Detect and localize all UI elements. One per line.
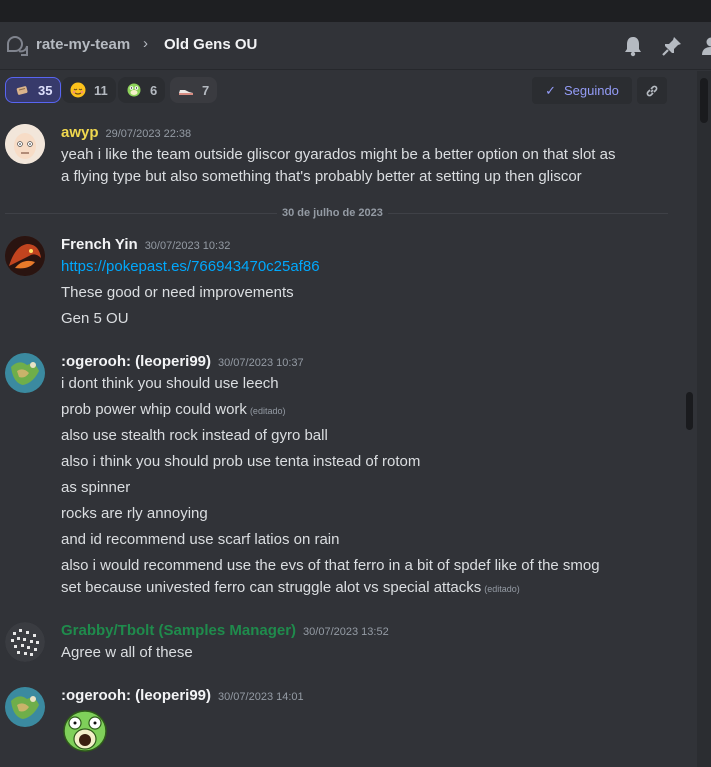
relieved-face-emoji — [70, 82, 86, 98]
avatar-map-image — [5, 353, 45, 393]
timestamp: 30/07/2023 13:52 — [303, 626, 389, 638]
avatar[interactable] — [5, 353, 45, 393]
avatar-face-image — [5, 124, 45, 164]
psyduck-emoji[interactable] — [61, 709, 109, 753]
bell-icon[interactable] — [622, 35, 644, 57]
message-line: These good or need improvements — [61, 284, 294, 301]
reaction-sneaker[interactable]: 7 — [170, 77, 218, 103]
check-icon: ✓ — [545, 82, 556, 98]
avatar[interactable] — [5, 236, 45, 276]
author-label: French Yin — [61, 236, 138, 253]
message-line: Gen 5 OU — [61, 310, 129, 327]
pokepaste-link[interactable]: https://pokepast.es/766943470c25af86 — [61, 258, 320, 275]
link-icon — [646, 85, 658, 96]
author-label: :ogerooh: (leoperi99) — [61, 687, 212, 704]
reaction-psyduck[interactable]: 6 — [118, 77, 166, 103]
page-title: Old Gens OU — [164, 36, 258, 53]
breadcrumb-channel[interactable]: rate-my-team — [36, 36, 130, 53]
author-name[interactable]: Grabby/Tbolt (Samples Manager) 30/07/2023… — [61, 622, 389, 639]
thread-icon — [7, 36, 28, 56]
sneaker-emoji — [179, 90, 193, 95]
message-line: as spinner — [61, 479, 131, 496]
message-text: prob power whip could work — [61, 401, 247, 418]
scroll-emoji — [16, 86, 28, 95]
avatar-dragon-image — [5, 236, 45, 276]
copy-link-button[interactable] — [637, 77, 667, 104]
follow-label: Seguindo — [563, 83, 619, 98]
avatar[interactable] — [5, 622, 45, 662]
psyduck-emoji — [127, 83, 141, 97]
reaction-count: 7 — [202, 82, 210, 98]
author-name[interactable]: awyp 29/07/2023 22:38 — [61, 124, 191, 141]
reaction-count: 35 — [38, 82, 53, 98]
message-line: also i think you should prob use tenta i… — [61, 453, 421, 470]
message-line: yeah i like the team outside gliscor gya… — [61, 146, 616, 163]
message-line: Agree w all of these — [61, 644, 193, 661]
message-line: prob power whip could work (editado) — [61, 401, 285, 418]
timestamp: 29/07/2023 22:38 — [105, 128, 192, 140]
message-line: i dont think you should use leech — [61, 375, 279, 392]
pin-icon[interactable] — [661, 35, 683, 57]
message-line: and id recommend use scarf latios on rai… — [61, 531, 340, 548]
avatar[interactable] — [5, 687, 45, 727]
channel-header: rate-my-team › Old Gens OU — [0, 22, 711, 70]
reaction-scroll[interactable]: 35 — [5, 77, 62, 103]
edited-label: (editado) — [249, 406, 286, 416]
avatar[interactable] — [5, 124, 45, 164]
follow-button[interactable]: ✓ Seguindo — [532, 77, 632, 104]
author-label: awyp — [61, 124, 99, 141]
message-list: awyp 29/07/2023 22:38 yeah i like the tea… — [0, 111, 686, 767]
message-line: a flying type but also something that's … — [61, 168, 582, 185]
scrollbar-track[interactable] — [697, 71, 711, 767]
date-divider-label: 30 de julho de 2023 — [277, 207, 388, 219]
author-name[interactable]: French Yin 30/07/2023 10:32 — [61, 236, 230, 253]
timestamp: 30/07/2023 14:01 — [218, 691, 304, 703]
message-text: set because univested ferro can struggle… — [61, 579, 482, 596]
chevron-right-icon: › — [143, 35, 148, 52]
author-name[interactable]: :ogerooh: (leoperi99) 30/07/2023 14:01 — [61, 687, 304, 704]
reaction-count: 6 — [150, 82, 158, 98]
scrollbar-thumb[interactable] — [686, 392, 693, 430]
timestamp: 30/07/2023 10:37 — [218, 357, 304, 369]
message-line: also i would recommend use the evs of th… — [61, 557, 600, 574]
author-label: Grabby/Tbolt (Samples Manager) — [61, 622, 297, 639]
message-line: set because univested ferro can struggle… — [61, 579, 520, 596]
message-line: rocks are rly annoying — [61, 505, 208, 522]
reaction-relieved[interactable]: 11 — [62, 77, 116, 103]
reaction-scrollbar-thumb[interactable] — [700, 78, 708, 123]
avatar-map-image — [5, 687, 45, 727]
author-label: :ogerooh: (leoperi99) — [61, 353, 212, 370]
timestamp: 30/07/2023 10:32 — [144, 240, 231, 252]
title-bar — [0, 0, 711, 22]
avatar-pattern-image — [5, 622, 45, 662]
author-name[interactable]: :ogerooh: (leoperi99) 30/07/2023 10:37 — [61, 353, 304, 370]
edited-label: (editado) — [484, 584, 520, 594]
message-line: also use stealth rock instead of gyro ba… — [61, 427, 328, 444]
members-icon[interactable] — [700, 35, 711, 57]
reaction-bar: 35 11 6 7 ✓ Seguindo — [0, 71, 690, 111]
reaction-count: 11 — [94, 82, 108, 98]
